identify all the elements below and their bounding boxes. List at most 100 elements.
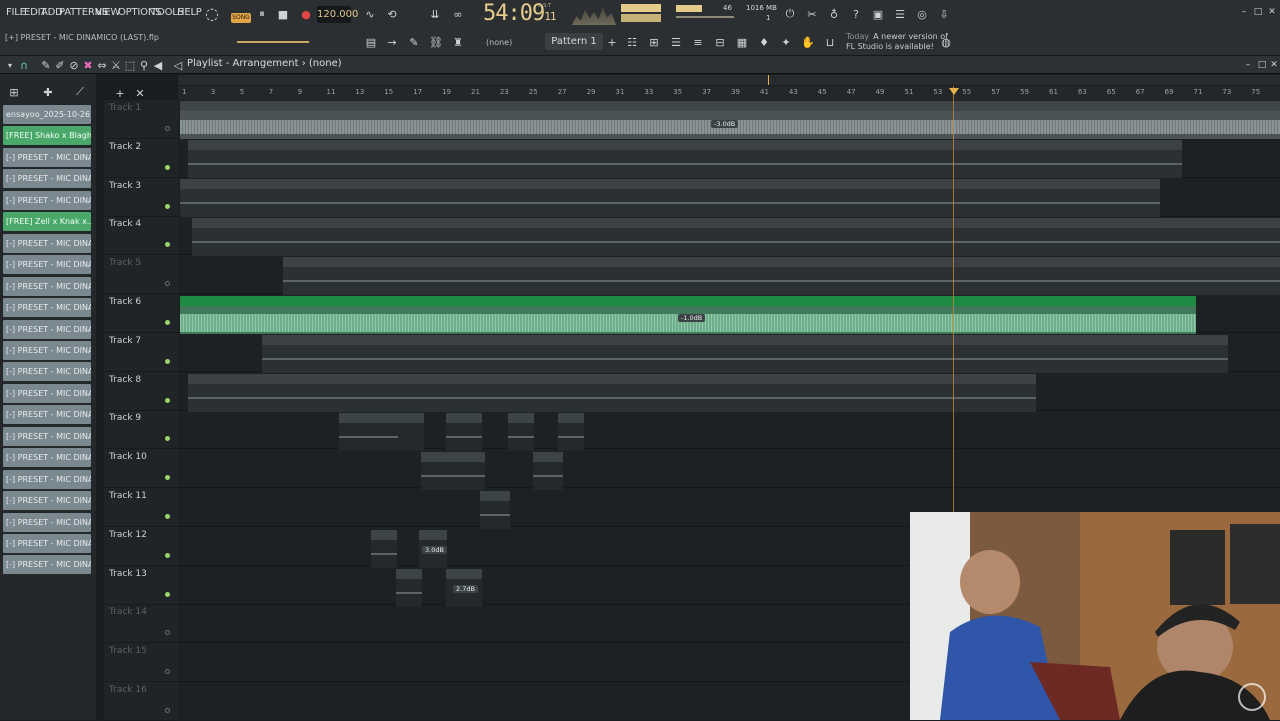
pattern-selector[interactable]: Pattern 1 bbox=[545, 33, 603, 50]
brush-icon[interactable]: ✎ bbox=[406, 34, 422, 50]
picker-item[interactable]: [-] PRESET - MIC DINAMIC... bbox=[3, 534, 91, 553]
playhead-marker[interactable] bbox=[949, 88, 959, 95]
piano-roll-icon[interactable]: ☰ bbox=[668, 34, 684, 50]
help-icon[interactable]: ? bbox=[848, 6, 864, 22]
close-icon[interactable]: ✕ bbox=[1264, 4, 1280, 20]
track-mute-button[interactable] bbox=[165, 436, 170, 442]
picker-item[interactable]: [-] PRESET - MIC DINAMIC... bbox=[3, 233, 91, 253]
track-header[interactable]: Track 8 bbox=[104, 372, 178, 411]
keyboard-icon[interactable]: ▤ bbox=[363, 34, 379, 50]
overview-scrollbar[interactable] bbox=[178, 75, 1280, 85]
track-header[interactable]: Track 7 bbox=[104, 333, 178, 372]
audio-clip[interactable]: [-] PRESET - MIC DINAMICO (LAST)_2025-10… bbox=[192, 218, 1280, 256]
audio-clip[interactable]: ...rt 4 bbox=[558, 413, 584, 451]
pattern-mode-icon[interactable]: ✕ bbox=[132, 85, 148, 101]
picker-patterns-icon[interactable]: ✚ bbox=[40, 84, 56, 100]
picker-item[interactable]: [-] PRESET - MIC DINAMIC... bbox=[3, 340, 91, 360]
chat-icon[interactable]: ◎ bbox=[914, 6, 930, 22]
picker-item[interactable]: [-] PRESET - MIC DINAMIC... bbox=[3, 190, 91, 210]
audio-clip[interactable]: ...t 4 bbox=[396, 569, 422, 607]
mixer-icon[interactable]: ≡ bbox=[690, 34, 706, 50]
track-lane[interactable] bbox=[178, 449, 1280, 489]
plugin-icon[interactable]: ♦ bbox=[756, 34, 772, 50]
track-header[interactable]: Track 11 bbox=[104, 488, 178, 527]
none-select[interactable]: (none) bbox=[486, 38, 512, 47]
picker-item[interactable]: [-] PRESET - MIC DINAMIC... bbox=[3, 298, 91, 318]
menu-view[interactable]: VIEW bbox=[95, 7, 120, 18]
track-mute-button[interactable] bbox=[165, 630, 170, 636]
add-pattern-icon[interactable]: + bbox=[604, 34, 620, 50]
track-header[interactable]: Track 14 bbox=[104, 604, 178, 644]
picker-item[interactable]: [-] PRESET - MIC DINAMIC... bbox=[3, 383, 91, 403]
browser-icon[interactable]: ☰ bbox=[892, 6, 908, 22]
track-mute-button[interactable] bbox=[165, 669, 170, 675]
audio-clip[interactable]: [-] PRESET - MIC DINAMICO (LAST)_2025-10… bbox=[180, 179, 1160, 217]
globe-icon[interactable]: ◍ bbox=[938, 34, 954, 50]
track-header[interactable]: Track 3 bbox=[104, 178, 178, 217]
channel-rack-icon[interactable]: ⊞ bbox=[646, 34, 662, 50]
audio-clip[interactable]: ensayoo_2025-10-26 23-15-55_Insert 4 bbox=[262, 335, 1228, 373]
track-header[interactable]: Track 6 bbox=[104, 294, 178, 333]
browser-tree-icon[interactable]: ⊟ bbox=[712, 34, 728, 50]
save-icon[interactable]: ▣ bbox=[870, 6, 886, 22]
track-mute-button[interactable] bbox=[165, 358, 170, 364]
picker-item[interactable]: [FREE] Zell x Knak x... bbox=[3, 212, 91, 232]
metronome-icon[interactable]: ∿ bbox=[362, 6, 378, 22]
track-header[interactable]: Track 5 bbox=[104, 255, 178, 295]
track-mute-button[interactable] bbox=[165, 591, 170, 597]
track-mute-button[interactable] bbox=[165, 203, 170, 209]
touch-icon[interactable]: ✋ bbox=[800, 34, 816, 50]
stamp-icon[interactable]: ♜ bbox=[450, 34, 466, 50]
picker-item[interactable]: [-] PRESET - MIC DINAMIC... bbox=[3, 255, 91, 275]
picker-item[interactable]: [-] PRESET - MIC DINAMIC... bbox=[3, 147, 91, 167]
track-mute-button[interactable] bbox=[165, 242, 170, 248]
blend-notes-icon[interactable]: ∞ bbox=[450, 6, 466, 22]
menu-help[interactable]: HELP bbox=[177, 7, 202, 18]
picker-clips-icon[interactable]: ⊞ bbox=[6, 84, 22, 100]
pause-icon[interactable]: ⏸ bbox=[254, 6, 270, 22]
cut-icon[interactable]: ✂ bbox=[804, 6, 820, 22]
audio-clip[interactable]: [-...sert 4 bbox=[449, 452, 485, 490]
cart-icon[interactable]: ⊔ bbox=[822, 34, 838, 50]
project-icon[interactable]: ▦ bbox=[734, 34, 750, 50]
picker-item[interactable]: [-] PRESET - MIC DINAMIC... bbox=[3, 448, 91, 468]
track-mute-button[interactable] bbox=[165, 164, 170, 170]
step-edit-icon[interactable]: ⇊ bbox=[427, 6, 443, 22]
track-mute-button[interactable] bbox=[165, 126, 170, 131]
audio-clip[interactable]: ...rt 4 bbox=[398, 413, 424, 451]
picker-item[interactable]: [FREE] Shako x Blagh... bbox=[3, 126, 91, 146]
playlist-close-icon[interactable]: ✕ bbox=[1266, 57, 1280, 73]
magnet-icon[interactable]: ∩ bbox=[16, 57, 32, 73]
track-header[interactable]: Track 15 bbox=[104, 643, 178, 683]
add-track-icon[interactable]: + bbox=[112, 85, 128, 101]
download-icon[interactable]: ⇩ bbox=[936, 6, 952, 22]
song-mode-toggle[interactable]: SONG bbox=[231, 13, 251, 23]
menu-file[interactable]: FILE bbox=[6, 7, 26, 18]
track-header[interactable]: Track 13 bbox=[104, 566, 178, 605]
arrow-icon[interactable]: → bbox=[384, 34, 400, 50]
picker-item[interactable]: [-] PRESET - MIC DINAMIC... bbox=[3, 555, 91, 575]
track-mute-button[interactable] bbox=[165, 281, 170, 287]
countdown-icon[interactable]: ⟲ bbox=[384, 6, 400, 22]
track-header[interactable]: Track 1 bbox=[104, 100, 178, 139]
track-header[interactable]: Track 2 bbox=[104, 139, 178, 178]
picker-item[interactable]: [-] PRESET - MIC DINAMIC... bbox=[3, 469, 91, 489]
stop-icon[interactable]: ■ bbox=[275, 6, 291, 22]
track-mute-button[interactable] bbox=[165, 552, 170, 558]
track-header[interactable]: Track 4 bbox=[104, 216, 178, 256]
track-header[interactable]: Track 9 bbox=[104, 410, 178, 450]
track-header[interactable]: Track 10 bbox=[104, 449, 178, 489]
picker-item[interactable]: [-] PRESET - MIC DINAMIC... bbox=[3, 319, 91, 339]
track-header[interactable]: Track 16 bbox=[104, 682, 178, 721]
picker-item[interactable]: [-] PRESET - MIC DINAMIC... bbox=[3, 169, 91, 189]
power-icon[interactable]: ⏻ bbox=[782, 6, 798, 22]
picker-item[interactable]: [-] PRESET - MIC DINAMIC... bbox=[3, 362, 91, 382]
audio-clip[interactable]: [-] PRESET - MIC DINAMICO (LAST)_2025-10… bbox=[188, 374, 564, 412]
picker-brush-icon[interactable]: ⟋ bbox=[72, 84, 88, 100]
loop-record-icon[interactable]: ◌ bbox=[204, 4, 220, 23]
audio-clip[interactable]: ...ert 4 bbox=[533, 452, 563, 490]
track-mute-button[interactable] bbox=[165, 475, 170, 481]
picker-item[interactable]: [-] PRESET - MIC DINAMIC... bbox=[3, 276, 91, 296]
audio-clip[interactable]: ...rt 4 bbox=[508, 413, 534, 451]
play-tool-icon[interactable]: ◀ bbox=[150, 57, 166, 73]
